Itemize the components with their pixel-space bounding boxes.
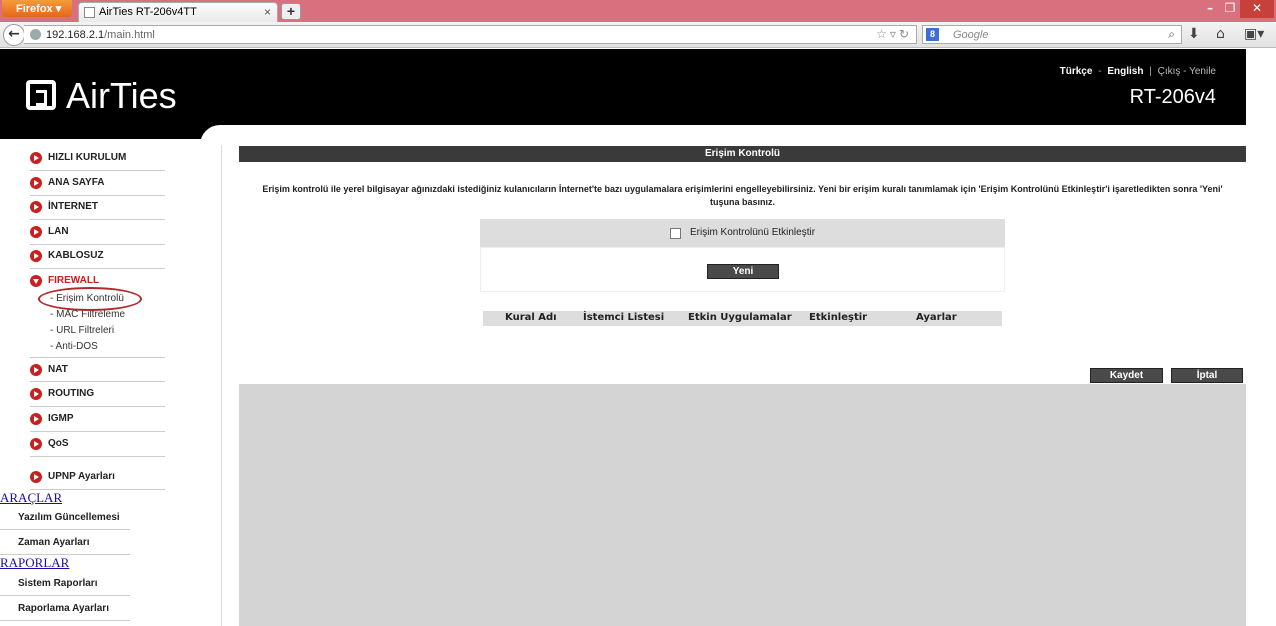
sidebar-item-label: LAN — [48, 226, 69, 237]
rules-table-header: Kural Adı İstemci Listesi Etkin Uygulama… — [483, 311, 1002, 326]
sidebar-item-internet[interactable]: İNTERNET — [30, 195, 165, 220]
airties-logo: AirTies — [26, 75, 177, 117]
sidebar-item-nat[interactable]: NAT — [30, 357, 165, 382]
enable-access-control-row: Erişim Kontrolünü Etkinleştir — [480, 219, 1005, 247]
tools-item-time-settings[interactable]: Zaman Ayarları — [0, 531, 130, 555]
enable-access-control-checkbox[interactable] — [670, 228, 681, 239]
sidebar-item-wireless[interactable]: KABLOSUZ — [30, 244, 165, 269]
column-settings: Ayarlar — [916, 312, 957, 323]
logout-restart-link[interactable]: Çıkış - Yenile — [1158, 66, 1216, 77]
intro-line-2: tuşuna basınız. — [709, 197, 775, 207]
address-bar[interactable]: 192.168.2.1/main.html ☆▿↻ — [24, 25, 917, 44]
sidebar-item-igmp[interactable]: IGMP — [30, 407, 165, 432]
bookmark-star-icon[interactable]: ☆▿↻ — [876, 27, 912, 41]
cancel-button[interactable]: İptal — [1171, 368, 1243, 383]
enable-access-control-label: Erişim Kontrolünü Etkinleştir — [690, 227, 816, 238]
tab-title: AirTies RT-206v4TT — [99, 6, 197, 18]
sidebar-item-label: ANA SAYFA — [48, 177, 105, 188]
tab-close-icon[interactable]: × — [264, 5, 271, 19]
sidebar-item-label: FIREWALL — [48, 275, 100, 286]
tools-item-firmware-update[interactable]: Yazılım Güncellemesi — [0, 506, 130, 530]
lang-separator: - — [1098, 66, 1102, 77]
menu-icon[interactable]: ▣▾ — [1244, 26, 1264, 42]
sidebar-sub-url-filter[interactable]: - URL Filtreleri — [50, 325, 114, 336]
sidebar-item-label: IGMP — [48, 413, 74, 424]
new-rule-button[interactable]: Yeni — [707, 264, 779, 279]
search-icon[interactable]: ⌕ — [1168, 27, 1175, 42]
page-title: Erişim Kontrolü — [239, 146, 1246, 162]
arrow-icon — [30, 388, 42, 400]
lang-divider: | — [1149, 66, 1152, 77]
intro-text: Erişim kontrolü ile yerel bilgisayar ağı… — [239, 183, 1246, 209]
save-button[interactable]: Kaydet — [1090, 368, 1163, 383]
arrow-icon — [30, 177, 42, 189]
column-rule-name: Kural Adı — [505, 312, 557, 323]
sidebar-item-label: QoS — [48, 438, 69, 449]
language-bar: Türkçe - English | Çıkış - Yenile — [1060, 66, 1216, 77]
sidebar-item-label: NAT — [48, 364, 68, 375]
arrow-down-icon — [30, 275, 42, 287]
back-arrow-icon[interactable]: ← — [3, 24, 25, 46]
sidebar-item-home[interactable]: ANA SAYFA — [30, 171, 165, 196]
restore-icon[interactable]: ❐ — [1220, 0, 1240, 18]
arrow-icon — [30, 250, 42, 262]
firefox-label: Firefox — [16, 3, 53, 15]
annotation-highlight-ring — [38, 287, 142, 311]
firefox-menu-button[interactable]: Firefox ▾ — [2, 0, 72, 17]
download-icon[interactable]: ⬇ — [1188, 26, 1200, 42]
column-client-list: İstemci Listesi — [583, 312, 665, 323]
column-enable: Etkinleştir — [809, 312, 868, 323]
airties-logo-icon — [26, 80, 56, 110]
minimize-icon[interactable]: – — [1200, 0, 1220, 18]
arrow-icon — [30, 471, 42, 483]
model-name: RT-206v4 — [1129, 86, 1216, 108]
sidebar-item-quick-setup[interactable]: HIZLI KURULUM — [30, 146, 165, 171]
main-content: Erişim Kontrolü Erişim kontrolü ile yere… — [239, 146, 1246, 626]
reports-item-system-reports[interactable]: Sistem Raporları — [0, 572, 130, 596]
sidebar-item-routing[interactable]: ROUTING — [30, 382, 165, 407]
search-input[interactable]: 8 Google ⌕ — [922, 25, 1182, 44]
sidebar-item-label: HIZLI KURULUM — [48, 152, 127, 163]
sidebar-sub-anti-dos[interactable]: - Anti-DOS — [50, 341, 98, 352]
header-curve — [200, 125, 1246, 145]
intro-line-1: Erişim kontrolü ile yerel bilgisayar ağı… — [262, 184, 1223, 194]
home-icon[interactable]: ⌂ — [1216, 26, 1225, 42]
column-active-apps: Etkin Uygulamalar — [688, 312, 792, 323]
arrow-icon — [30, 364, 42, 376]
browser-navbar: ← 192.168.2.1/main.html ☆▿↻ 8 Google ⌕ ⬇… — [0, 22, 1276, 48]
sidebar-item-lan[interactable]: LAN — [30, 220, 165, 245]
browser-tab[interactable]: AirTies RT-206v4TT × — [78, 2, 278, 22]
google-icon[interactable]: 8 — [926, 28, 939, 41]
tools-heading-link[interactable]: ARAÇLAR — [0, 490, 62, 506]
globe-icon — [30, 29, 41, 40]
reports-item-report-settings[interactable]: Raporlama Ayarları — [0, 597, 130, 621]
arrow-icon — [30, 201, 42, 213]
sidebar-item-qos[interactable]: QoS — [30, 432, 165, 457]
sidebar-item-label: İNTERNET — [48, 201, 98, 212]
arrow-icon — [30, 413, 42, 425]
sidebar: HIZLI KURULUM ANA SAYFA İNTERNET LAN KAB… — [0, 145, 222, 626]
sidebar-item-label: ROUTING — [48, 388, 95, 399]
lang-english-link[interactable]: English — [1107, 66, 1143, 77]
sidebar-item-upnp[interactable]: UPNP Ayarları — [30, 465, 165, 490]
url-path: /main.html — [104, 29, 155, 41]
logo-text: AirTies — [66, 75, 177, 116]
arrow-icon — [30, 152, 42, 164]
new-tab-button[interactable]: + — [281, 3, 301, 20]
sidebar-item-label: UPNP Ayarları — [48, 471, 115, 482]
arrow-icon — [30, 438, 42, 450]
lang-turkish-link[interactable]: Türkçe — [1060, 66, 1093, 77]
search-placeholder: Google — [953, 29, 989, 41]
reports-heading-link[interactable]: RAPORLAR — [0, 555, 69, 571]
close-window-icon[interactable]: ✕ — [1240, 0, 1274, 18]
page-icon — [84, 7, 95, 18]
access-control-panel: Erişim Kontrolü Erişim kontrolü ile yere… — [239, 146, 1246, 384]
sidebar-item-label: KABLOSUZ — [48, 250, 104, 261]
url-host: 192.168.2.1 — [46, 29, 105, 41]
arrow-icon — [30, 226, 42, 238]
